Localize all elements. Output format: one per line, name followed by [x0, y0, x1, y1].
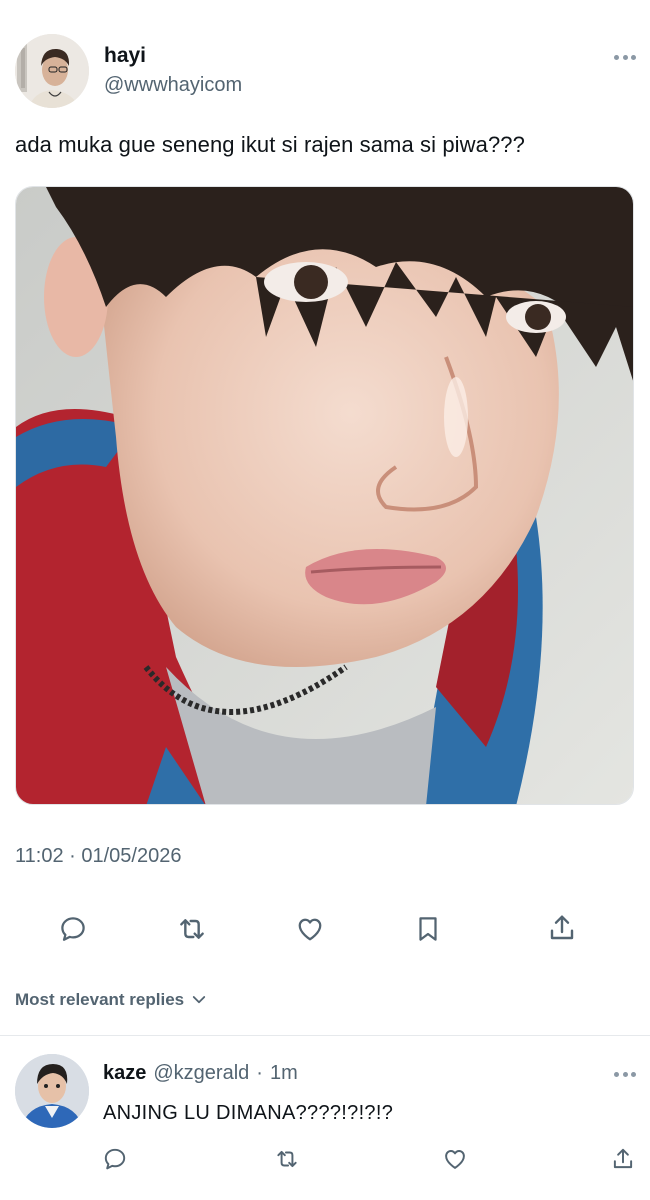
tweet-text: ada muka gue seneng ikut si rajen sama s… — [15, 132, 525, 157]
divider — [0, 1035, 650, 1036]
reply-more-options-icon[interactable] — [614, 1070, 636, 1078]
replies-sort-dropdown[interactable]: Most relevant replies — [15, 990, 208, 1010]
reply-reply-button[interactable] — [100, 1144, 130, 1174]
person-avatar-icon — [15, 34, 89, 108]
share-button[interactable] — [545, 911, 579, 945]
reply-retweet-button[interactable] — [272, 1144, 302, 1174]
reply-time[interactable]: 1m — [270, 1062, 298, 1085]
more-options-icon[interactable] — [614, 53, 636, 61]
reply-author-handle[interactable]: @kzgerald — [153, 1062, 249, 1085]
retweet-button[interactable] — [175, 912, 209, 946]
tweet-timestamp: 11:02 · 01/05/2026 — [15, 845, 182, 867]
bookmark-button[interactable] — [411, 912, 445, 946]
replies-sort-label: Most relevant replies — [15, 990, 185, 1009]
reply-like-button[interactable] — [440, 1144, 470, 1174]
like-button[interactable] — [293, 912, 327, 946]
speech-bubble-icon — [61, 917, 85, 941]
chevron-down-icon — [192, 996, 206, 1004]
share-icon — [613, 1148, 633, 1169]
author-name[interactable]: hayi — [104, 44, 146, 68]
reply-button[interactable] — [56, 912, 90, 946]
retweet-icon — [277, 1150, 297, 1168]
share-icon — [550, 915, 574, 940]
reply-author-name[interactable]: kaze — [103, 1062, 146, 1085]
author-handle[interactable]: @wwwhayicom — [104, 74, 242, 97]
author-avatar[interactable] — [15, 34, 89, 108]
reply-share-button[interactable] — [608, 1144, 638, 1174]
heart-icon — [445, 1150, 465, 1169]
selfie-photo-image — [16, 187, 633, 804]
tweet-photo[interactable] — [15, 186, 634, 805]
heart-icon — [298, 918, 322, 941]
speech-bubble-icon — [104, 1148, 126, 1170]
reply-separator: · — [256, 1062, 263, 1084]
retweet-icon — [180, 919, 204, 939]
reply-header: kaze @kzgerald · 1m — [103, 1062, 298, 1085]
bookmark-icon — [419, 917, 437, 941]
person-avatar-icon — [15, 1054, 89, 1128]
reply-text: ANJING LU DIMANA????!?!?!? — [103, 1102, 394, 1124]
reply-avatar[interactable] — [15, 1054, 89, 1128]
